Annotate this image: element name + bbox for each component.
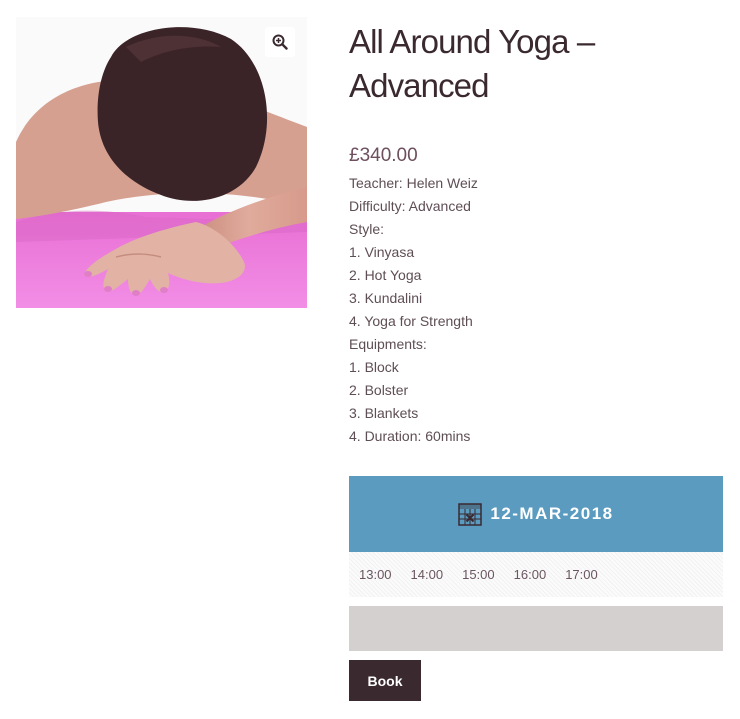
product-title-line2: Advanced	[349, 67, 489, 104]
time-slot-1300[interactable]: 13:00	[359, 567, 392, 582]
date-picker-header[interactable]: 12-MAR-2018	[349, 476, 723, 552]
description-line: 4. Yoga for Strength	[349, 313, 473, 329]
product-title-line1: All Around Yoga –	[349, 23, 595, 60]
description-line: Equipments:	[349, 336, 427, 352]
product-price: £340.00	[349, 145, 418, 166]
time-slot-1400[interactable]: 14:00	[411, 567, 444, 582]
description-line: 2. Hot Yoga	[349, 267, 422, 283]
time-slot-1600[interactable]: 16:00	[514, 567, 547, 582]
book-button[interactable]: Book	[349, 660, 421, 701]
description-line: Teacher: Helen Weiz	[349, 175, 478, 191]
description-line: Difficulty: Advanced	[349, 198, 471, 214]
time-slot-1700[interactable]: 17:00	[565, 567, 598, 582]
calendar-icon	[458, 502, 483, 526]
description-line: 1. Vinyasa	[349, 244, 415, 260]
product-description: Teacher: Helen Weiz Difficulty: Advanced…	[349, 172, 723, 448]
yoga-photo	[16, 17, 307, 308]
description-line: 4. Duration: 60mins	[349, 428, 471, 444]
product-summary: All Around Yoga – Advanced £340.00 Teach…	[349, 20, 723, 448]
description-line: Style:	[349, 221, 385, 237]
description-line: 2. Bolster	[349, 382, 409, 398]
product-image[interactable]	[16, 17, 307, 308]
description-line: 1. Block	[349, 359, 399, 375]
booking-widget: 12-MAR-2018 13:00 14:00 15:00 16:00 17:0…	[349, 476, 723, 701]
magnifier-plus-icon	[272, 34, 288, 50]
time-slot-1500[interactable]: 15:00	[462, 567, 495, 582]
product-title: All Around Yoga – Advanced	[349, 20, 723, 108]
time-slots: 13:00 14:00 15:00 16:00 17:00	[349, 552, 723, 597]
selected-date: 12-MAR-2018	[490, 504, 614, 523]
description-line: 3. Kundalini	[349, 290, 423, 306]
zoom-button[interactable]	[265, 27, 295, 57]
selection-summary-bar	[349, 606, 723, 651]
description-line: 3. Blankets	[349, 405, 419, 421]
